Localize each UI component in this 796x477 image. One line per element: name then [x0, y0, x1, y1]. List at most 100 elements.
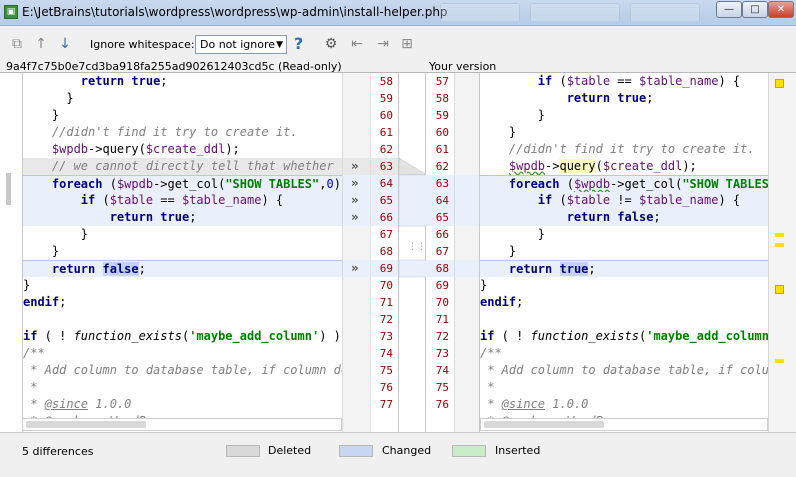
line-number: 62 — [435, 160, 449, 173]
close-button[interactable]: ✕ — [768, 1, 794, 18]
status-bar: 5 differences Deleted Changed Inserted — [0, 432, 796, 477]
merge-icon[interactable]: ⊞ — [398, 35, 416, 53]
apply-change-arrow-icon[interactable]: » — [351, 159, 359, 173]
right-line-numbers: 57 58 59 60 61 62 63 64 65 66 67 68 69 70 71 72 73 74 75 76 — [426, 73, 454, 433]
line-number: 73 — [435, 347, 449, 360]
help-icon[interactable]: ? — [294, 34, 303, 53]
line-number: 75 — [379, 364, 393, 377]
code-line: * — [23, 380, 38, 394]
changed-swatch — [339, 445, 373, 457]
code-line-changed: foreach ($wpdb->get_col("SHOW TABLES" — [480, 175, 768, 192]
code-line: return true; — [566, 91, 654, 105]
line-number: 58 — [379, 75, 393, 88]
left-horizontal-scrollbar[interactable] — [22, 418, 342, 431]
code-line: * Add column to database table, if colum… — [23, 363, 342, 377]
line-number: 72 — [435, 330, 449, 343]
line-number: 59 — [435, 109, 449, 122]
apply-change-arrow-icon[interactable]: » — [351, 261, 359, 275]
apply-left-icon[interactable]: ⇤ — [348, 35, 366, 53]
right-code-pane[interactable]: if ($table == $table_name) { return true… — [480, 73, 768, 433]
ignore-whitespace-dropdown[interactable]: Do not ignore ▼ — [195, 35, 287, 54]
line-number: 73 — [379, 330, 393, 343]
code-line-deleted: // we cannot directly tell that whether … — [23, 158, 342, 175]
apply-change-arrow-icon[interactable]: » — [351, 176, 359, 190]
line-number: 67 — [379, 228, 393, 241]
apply-right-icon[interactable]: ⇥ — [374, 35, 392, 53]
previous-difference-icon[interactable]: ↑ — [32, 35, 50, 53]
apply-change-arrow-icon[interactable]: » — [351, 193, 359, 207]
line-number: 63 — [426, 175, 454, 192]
stripe-marker[interactable] — [775, 79, 784, 88]
code-line: } — [23, 91, 74, 105]
line-number: 67 — [435, 245, 449, 258]
line-number: 70 — [435, 296, 449, 309]
line-number: 61 — [379, 126, 393, 139]
right-horizontal-scrollbar[interactable] — [480, 418, 768, 431]
background-tabs — [440, 3, 700, 23]
line-number: 57 — [435, 75, 449, 88]
app-icon: ▣ — [4, 5, 18, 19]
code-line: endif; — [23, 295, 67, 309]
code-line-changed: if ($table == $table_name) { — [23, 192, 342, 209]
code-line: } — [480, 244, 517, 258]
code-line-changed: return false; — [480, 209, 768, 226]
code-line: * Add column to database table, if colum — [480, 363, 768, 377]
left-line-numbers: 58 59 60 61 62 63 64 65 66 67 68 69 70 71 72 73 74 75 76 77 — [370, 73, 398, 433]
line-number: 60 — [379, 109, 393, 122]
code-line: if ( ! function_exists('maybe_add_column… — [480, 329, 768, 343]
line-number: 65 — [371, 192, 398, 209]
line-number: 76 — [435, 398, 449, 411]
line-number: 64 — [426, 192, 454, 209]
scrollbar-thumb[interactable] — [26, 421, 146, 428]
line-number: 77 — [379, 398, 393, 411]
line-number: 60 — [435, 126, 449, 139]
code-line: $wpdb->query($create_ddl); — [508, 159, 697, 173]
line-number: 76 — [379, 381, 393, 394]
right-gutter — [454, 73, 480, 433]
code-line: return true; — [80, 74, 168, 88]
diff-divider: ⋮⋮ — [398, 73, 427, 433]
code-line: } — [23, 108, 60, 122]
line-number: 71 — [379, 296, 393, 309]
code-line-changed: foreach ($wpdb->get_col("SHOW TABLES",0) — [23, 175, 342, 192]
left-code-pane[interactable]: return true; } } //didn't find it try to… — [22, 73, 342, 433]
code-line: * @since 1.0.0 — [480, 397, 589, 411]
code-line: //didn't find it try to create it. — [508, 142, 755, 156]
stripe-marker[interactable] — [775, 285, 784, 294]
stripe-marker[interactable] — [775, 233, 784, 237]
code-line: } — [480, 108, 546, 122]
line-number: 70 — [379, 279, 393, 292]
stripe-marker[interactable] — [775, 243, 784, 247]
scrollbar-thumb[interactable] — [484, 421, 604, 428]
line-number: 59 — [379, 92, 393, 105]
copy-icon[interactable]: ⧉ — [8, 35, 26, 53]
code-line: } — [480, 278, 488, 292]
line-number: 75 — [435, 381, 449, 394]
line-number: 65 — [426, 209, 454, 226]
line-number: 63 — [371, 158, 398, 175]
code-line: } — [480, 227, 546, 241]
code-line: /** — [23, 346, 45, 360]
differences-count: 5 differences — [22, 445, 94, 458]
settings-gear-icon[interactable]: ⚙ — [322, 35, 340, 53]
line-number: 74 — [379, 347, 393, 360]
diff-editor: return true; } } //didn't find it try to… — [0, 72, 796, 433]
stripe-marker[interactable] — [775, 359, 784, 363]
minimize-button[interactable]: — — [716, 1, 742, 18]
diff-toolbar: ⧉ ↑ ↓ Ignore whitespace: Do not ignore ▼… — [0, 29, 796, 59]
maximize-button[interactable]: □ — [742, 1, 768, 18]
apply-change-arrow-icon[interactable]: » — [351, 210, 359, 224]
code-line: } — [23, 227, 89, 241]
ignore-whitespace-label: Ignore whitespace: — [90, 38, 195, 51]
line-number: 66 — [371, 209, 398, 226]
chevron-down-icon: ▼ — [276, 40, 283, 50]
line-number: 72 — [379, 313, 393, 326]
code-line: $wpdb->query($create_ddl); — [51, 142, 240, 156]
next-difference-icon[interactable]: ↓ — [56, 35, 74, 53]
code-line: /** — [480, 346, 502, 360]
error-stripe[interactable] — [768, 73, 796, 433]
inserted-legend-label: Inserted — [495, 444, 541, 457]
line-number: 64 — [371, 175, 398, 192]
